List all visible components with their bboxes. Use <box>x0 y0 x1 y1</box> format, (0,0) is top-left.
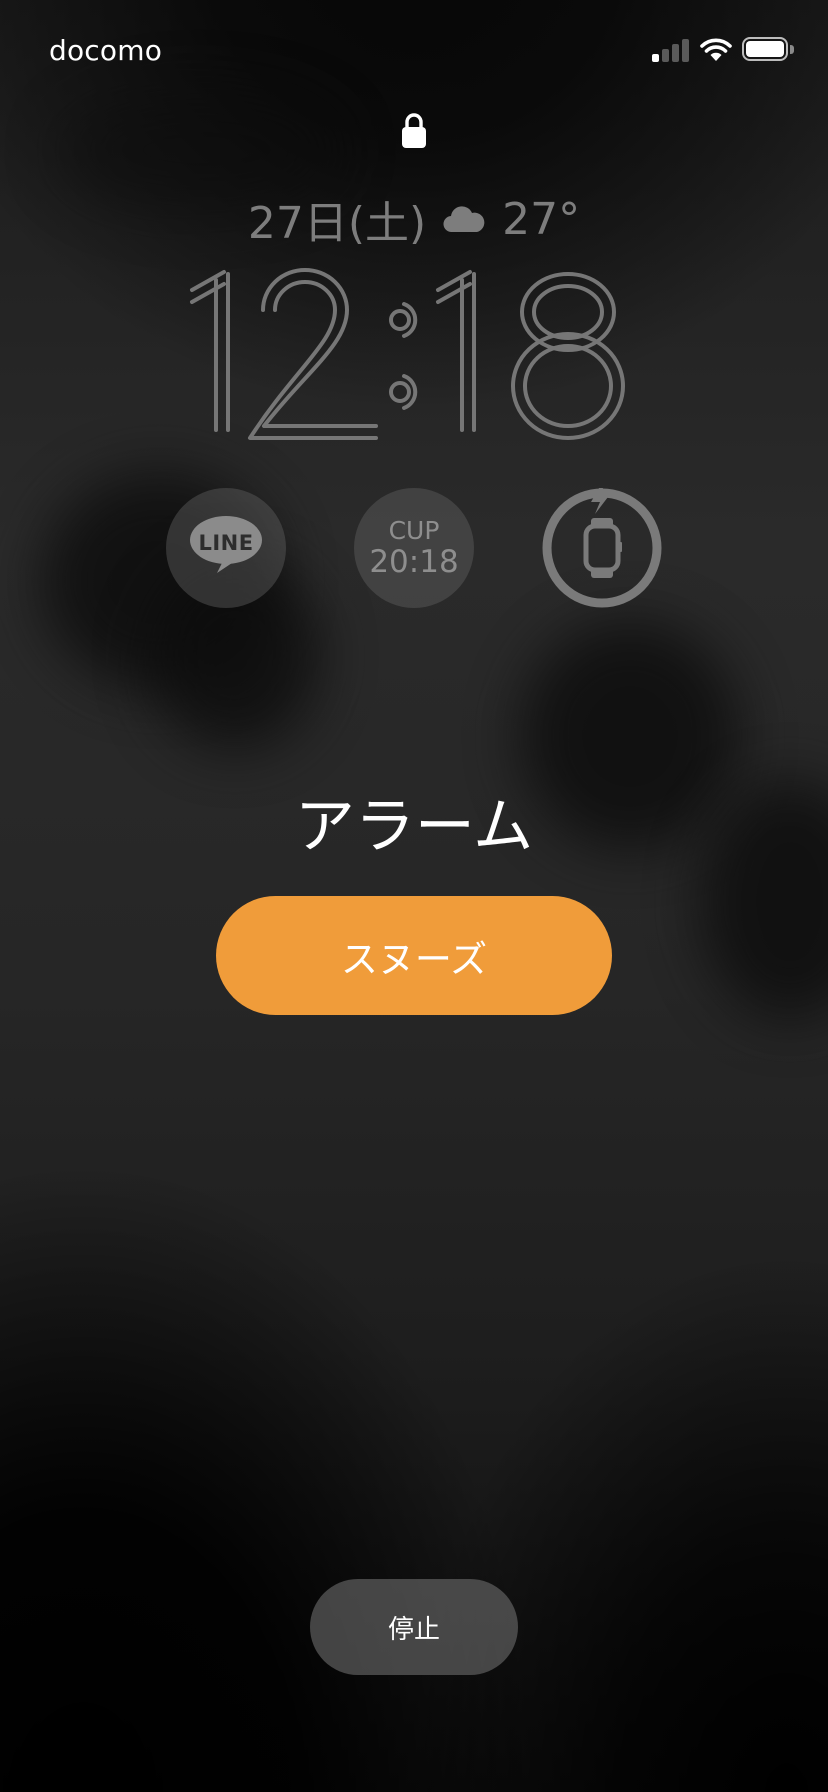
signal-bar <box>682 39 689 62</box>
battery-fill <box>746 41 784 57</box>
line-widget[interactable]: LINE <box>166 488 286 608</box>
date-label: 27日(土) <box>247 198 427 249</box>
date-weather-row: 27日(土) 27° <box>0 190 828 250</box>
signal-bar <box>662 49 669 62</box>
temperature-label: 27° <box>502 193 581 245</box>
signal-bar <box>652 54 659 62</box>
apple-watch-charging-icon <box>542 488 662 608</box>
stop-button[interactable]: 停止 <box>310 1579 518 1675</box>
battery-nub <box>790 45 794 54</box>
countdown-widget[interactable]: CUP 20:18 <box>354 488 474 608</box>
carrier-label: docomo <box>49 34 163 67</box>
countdown-widget-time: 20:18 <box>369 544 459 580</box>
clock <box>180 266 650 446</box>
line-widget-label: LINE <box>198 531 254 555</box>
lock-screen: docomo 27日(土) 27° LINE CUP 20:18 アラーム スヌ… <box>0 0 828 1792</box>
snooze-button[interactable]: スヌーズ <box>216 896 612 1015</box>
battery-icon <box>742 37 794 63</box>
countdown-widget-label: CUP <box>388 516 440 545</box>
cloud-icon <box>443 206 485 233</box>
lock-icon <box>402 113 426 148</box>
wifi-icon <box>700 38 732 61</box>
clock-time-graphic <box>190 268 625 440</box>
alarm-title: アラーム <box>294 792 534 862</box>
cellular-signal-icon <box>652 38 692 62</box>
signal-bar <box>672 44 679 62</box>
watch-battery-widget[interactable] <box>542 488 662 608</box>
